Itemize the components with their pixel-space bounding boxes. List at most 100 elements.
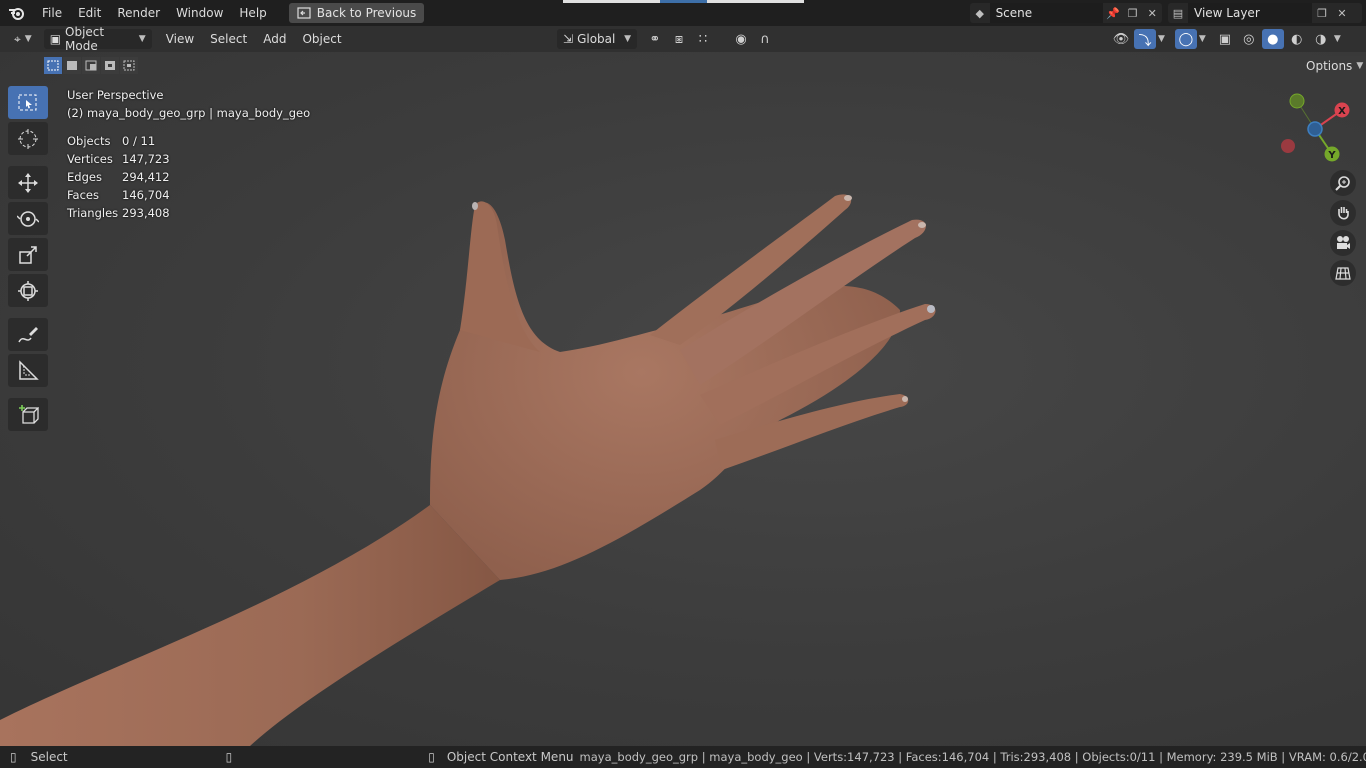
menu-file[interactable]: File xyxy=(34,0,70,26)
move-tool[interactable] xyxy=(8,166,48,199)
scene-name[interactable]: Scene xyxy=(989,3,1104,23)
zoom-button[interactable] xyxy=(1330,170,1356,196)
visibility-icon[interactable]: 👁 xyxy=(1110,29,1132,49)
stat-row: Edges 294,412 xyxy=(67,168,170,186)
axis-y-label: Y xyxy=(1327,150,1336,161)
header-menu-view[interactable]: View xyxy=(158,32,202,46)
rotate-tool[interactable] xyxy=(8,202,48,235)
viewport-info: User Perspective (2) maya_body_geo_grp |… xyxy=(67,86,310,122)
view-layer-selector[interactable]: ▤ View Layer ❐ ✕ xyxy=(1168,3,1362,23)
menu-render[interactable]: Render xyxy=(109,0,168,26)
chevron-down-icon: ▼ xyxy=(1356,61,1364,71)
stat-label: Triangles xyxy=(67,206,119,220)
header-menu-add[interactable]: Add xyxy=(255,32,294,46)
scene-icon[interactable]: ◆ xyxy=(970,3,990,23)
status-select-label: Select xyxy=(30,750,68,764)
axis-neg-x-handle[interactable] xyxy=(1281,139,1295,153)
new-view-layer-icon[interactable]: ❐ xyxy=(1312,3,1332,23)
stat-label: Edges xyxy=(67,170,102,184)
view-name: User Perspective xyxy=(67,88,164,102)
axis-z-handle[interactable] xyxy=(1307,121,1323,137)
scale-tool[interactable] xyxy=(8,238,48,271)
orientation-label: Global xyxy=(577,32,616,46)
scene-selector[interactable]: ◆ Scene 📌 ❐ ✕ xyxy=(970,3,1162,23)
workspace-tabs[interactable] xyxy=(563,0,804,3)
stat-row: Objects 0 / 11 xyxy=(67,132,170,150)
pan-button[interactable] xyxy=(1330,200,1356,226)
annotate-tool[interactable] xyxy=(8,318,48,351)
orientation-icon: ⇲ xyxy=(563,32,574,46)
mouse-left-icon: ▯ xyxy=(10,750,17,764)
snap-icon[interactable]: ⧆ xyxy=(668,29,690,49)
select-box-tool[interactable] xyxy=(8,86,48,119)
view-layer-name[interactable]: View Layer xyxy=(1188,3,1312,23)
hand-model[interactable] xyxy=(0,52,1366,746)
orientation-selector[interactable]: ⇲ Global ▼ xyxy=(557,29,637,49)
editor-type-icon: ⌖ xyxy=(14,31,21,46)
chevron-down-icon[interactable]: ▼ xyxy=(1334,34,1341,44)
rotate-icon xyxy=(17,210,39,227)
menu-edit[interactable]: Edit xyxy=(70,0,109,26)
material-shading-icon[interactable]: ◐ xyxy=(1286,29,1308,49)
zoom-icon xyxy=(1335,176,1350,191)
proportional-edit-icon[interactable]: ◉ xyxy=(730,29,752,49)
rendered-shading-icon[interactable]: ◑ xyxy=(1310,29,1332,49)
snap-grid-icon[interactable]: ∷ xyxy=(692,29,714,49)
status-info: maya_body_geo_grp | maya_body_geo | Vert… xyxy=(579,750,1366,764)
options-button[interactable]: Options ▼ xyxy=(1298,56,1366,76)
measure-tool[interactable] xyxy=(8,354,48,387)
view-layer-icon[interactable]: ▤ xyxy=(1168,3,1188,23)
back-icon xyxy=(297,7,311,19)
menu-window[interactable]: Window xyxy=(168,0,231,26)
select-new-icon[interactable] xyxy=(44,57,62,74)
header-menu-object[interactable]: Object xyxy=(294,32,349,46)
select-mode-row xyxy=(44,57,138,74)
remove-scene-icon[interactable]: ✕ xyxy=(1142,3,1162,23)
move-icon xyxy=(18,172,38,193)
stat-value: 293,408 xyxy=(122,206,170,220)
mouse-right-icon: ▯ xyxy=(428,750,435,764)
header-menu-select[interactable]: Select xyxy=(202,32,255,46)
ortho-toggle-button[interactable] xyxy=(1330,260,1356,286)
scene-statistics: Objects 0 / 11 Vertices 147,723 Edges 294,4… xyxy=(67,132,170,222)
wireframe-shading-icon[interactable]: ◎ xyxy=(1238,29,1260,49)
overlays-icon[interactable]: ◯ xyxy=(1174,29,1197,49)
navigation-gizmo[interactable]: X Y xyxy=(1276,90,1356,170)
stat-label: Objects xyxy=(67,134,111,148)
options-label: Options xyxy=(1306,59,1353,73)
chevron-down-icon[interactable]: ▼ xyxy=(1199,34,1206,44)
falloff-icon[interactable]: ∩ xyxy=(754,29,776,49)
select-extend-icon[interactable] xyxy=(63,57,81,74)
axis-x-label: X xyxy=(1338,106,1346,117)
solid-shading-icon[interactable]: ● xyxy=(1261,29,1284,49)
add-cube-icon xyxy=(19,404,39,424)
editor-type-button[interactable]: ⌖ ▼ xyxy=(8,29,38,49)
camera-view-button[interactable] xyxy=(1330,230,1356,256)
gizmo-toggle-icon[interactable]: ⤵ xyxy=(1134,29,1156,49)
pin-icon[interactable]: 📌 xyxy=(1103,3,1123,23)
blender-logo-icon[interactable] xyxy=(0,0,34,26)
chevron-down-icon[interactable]: ▼ xyxy=(1158,34,1165,44)
select-intersect-icon[interactable] xyxy=(120,57,138,74)
xray-icon[interactable]: ▣ xyxy=(1214,29,1236,49)
mode-selector[interactable]: ▣ Object Mode ▼ xyxy=(43,25,152,53)
transform-tool[interactable] xyxy=(8,274,48,307)
remove-view-layer-icon[interactable]: ✕ xyxy=(1332,3,1352,23)
add-cube-tool[interactable] xyxy=(8,398,48,431)
measure-icon xyxy=(19,359,39,380)
select-invert-icon[interactable] xyxy=(101,57,119,74)
cursor-tool[interactable] xyxy=(8,122,48,155)
pivot-icon[interactable]: ⚭ xyxy=(644,29,666,49)
workspace-tab-active[interactable] xyxy=(660,0,707,3)
back-to-previous-button[interactable]: Back to Previous xyxy=(288,3,425,23)
scale-icon xyxy=(19,245,37,264)
axis-neg-y-handle[interactable] xyxy=(1289,93,1305,109)
menu-help[interactable]: Help xyxy=(231,0,274,26)
select-subtract-icon[interactable] xyxy=(82,57,100,74)
hand-pan-icon xyxy=(1338,207,1349,220)
camera-icon xyxy=(1337,236,1350,249)
stat-row: Triangles 293,408 xyxy=(67,204,170,222)
new-scene-icon[interactable]: ❐ xyxy=(1123,3,1143,23)
viewport-header: ⌖ ▼ ▣ Object Mode ▼ View Select Add Objec… xyxy=(0,25,1366,53)
3d-viewport[interactable]: Options ▼ xyxy=(0,52,1366,746)
